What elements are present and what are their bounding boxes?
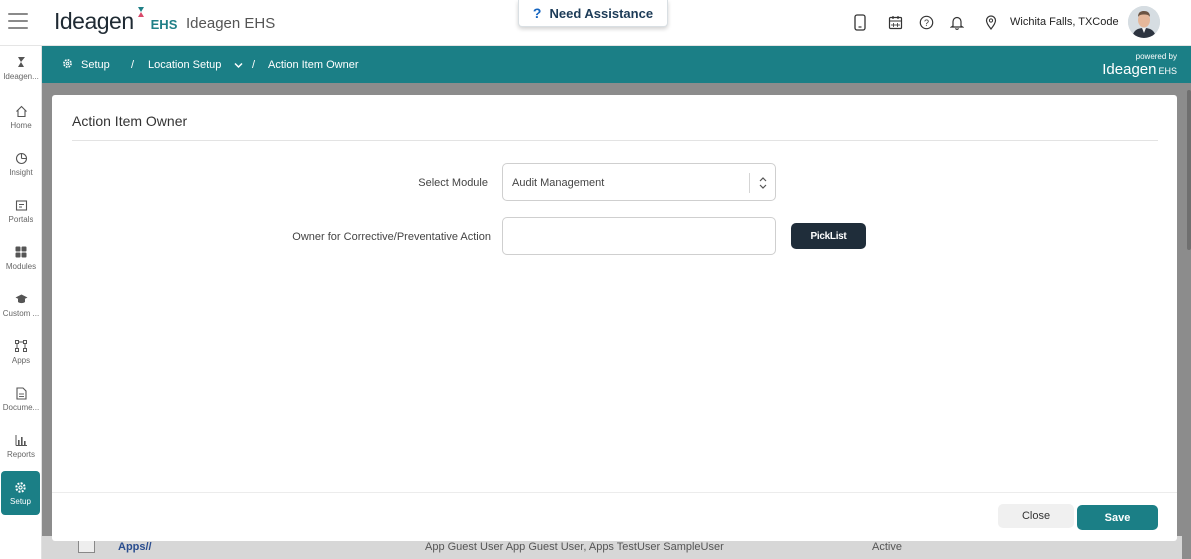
sidebar-item-setup[interactable]: Setup xyxy=(1,471,40,515)
gear-icon xyxy=(62,58,73,72)
sidebar-item-label: Setup xyxy=(10,497,31,506)
divider xyxy=(52,492,1177,493)
calendar-icon[interactable] xyxy=(885,12,905,32)
action-item-owner-dialog: Action Item Owner Select Module Audit Ma… xyxy=(52,95,1177,541)
breadcrumb-separator: / xyxy=(252,59,256,71)
ideagen-icon xyxy=(14,55,28,69)
up-down-chevron-icon xyxy=(759,177,767,189)
sidebar-item-modules[interactable]: Modules xyxy=(0,236,42,280)
apps-icon xyxy=(14,339,28,353)
sidebar-item-label: Custom ... xyxy=(2,309,40,318)
sidebar-item-documents[interactable]: Docume... xyxy=(0,377,42,421)
sidebar-item-apps[interactable]: Apps xyxy=(0,330,42,374)
sidebar-item-label: Apps xyxy=(11,356,31,365)
logo-word: Ideagen xyxy=(54,8,134,34)
question-icon: ? xyxy=(532,5,542,21)
page-scrollbar[interactable] xyxy=(1187,90,1191,250)
row-users: App Guest User App Guest User, Apps Test… xyxy=(425,541,724,553)
sidebar-item-label: Insight xyxy=(9,168,33,177)
location-selector[interactable]: Wichita Falls, TXCode xyxy=(1010,16,1119,28)
breadcrumb-location-setup[interactable]: Location Setup xyxy=(148,59,221,71)
dialog-title: Action Item Owner xyxy=(72,113,188,129)
grid-icon xyxy=(14,245,28,259)
sidebar-item-reports[interactable]: Reports xyxy=(0,424,42,468)
logo-suffix: EHS xyxy=(150,17,178,32)
sidebar-item-label: Docume... xyxy=(2,403,40,412)
sidebar-item-label: Ideagen... xyxy=(3,72,39,81)
hamburger-menu-icon[interactable] xyxy=(8,13,28,29)
owner-input[interactable] xyxy=(502,217,776,255)
pie-chart-icon xyxy=(14,151,28,165)
close-button[interactable]: Close xyxy=(998,504,1074,528)
chevron-down-icon[interactable] xyxy=(234,60,243,72)
sidebar-item-insight[interactable]: Insight xyxy=(0,142,42,186)
sidebar-item-label: Home xyxy=(10,121,32,130)
powered-by-word: Ideagen xyxy=(1102,61,1157,78)
breadcrumb: Setup / Location Setup / Action Item Own… xyxy=(42,46,1191,83)
powered-by-text: powered by xyxy=(1135,52,1177,61)
sidebar-item-portals[interactable]: Portals xyxy=(0,189,42,233)
row-checkbox[interactable] xyxy=(78,539,95,553)
save-button[interactable]: Save xyxy=(1077,505,1158,530)
sidebar-item-label: Reports xyxy=(6,450,35,459)
help-icon[interactable]: ? xyxy=(916,12,936,32)
graduation-cap-icon xyxy=(14,292,28,306)
top-bar: Ideagen EHS Ideagen EHS ? Need Assistanc… xyxy=(0,0,1191,46)
bar-chart-icon xyxy=(14,433,28,447)
select-module-label: Select Module xyxy=(418,177,488,189)
powered-by-logo: powered by Ideagen EHS xyxy=(1102,52,1177,78)
mobile-icon[interactable] xyxy=(850,12,870,32)
app-title: Ideagen EHS xyxy=(186,15,276,32)
ideagen-logo[interactable]: Ideagen EHS xyxy=(54,7,178,38)
breadcrumb-setup[interactable]: Setup xyxy=(81,59,110,71)
home-icon xyxy=(14,104,28,118)
location-pin-icon[interactable] xyxy=(981,12,1001,32)
breadcrumb-separator: / xyxy=(131,59,135,71)
row-name: Apps// xyxy=(118,541,152,553)
owner-label: Owner for Corrective/Preventative Action xyxy=(292,231,491,243)
row-status: Active xyxy=(872,541,902,553)
sidebar-item-label: Modules xyxy=(5,262,37,271)
gear-icon xyxy=(14,480,28,494)
sidebar-item-custom[interactable]: Custom ... xyxy=(0,283,42,327)
document-icon xyxy=(14,386,28,400)
sidebar-item-ideagen[interactable]: Ideagen... xyxy=(0,46,42,90)
select-module-dropdown[interactable]: Audit Management xyxy=(502,163,776,201)
need-assistance-button[interactable]: ? Need Assistance xyxy=(518,0,668,27)
bell-icon[interactable] xyxy=(947,12,967,32)
portal-icon xyxy=(14,198,28,212)
need-assistance-label: Need Assistance xyxy=(549,5,654,21)
divider xyxy=(72,140,1158,141)
select-module-value: Audit Management xyxy=(512,177,605,189)
svg-text:?: ? xyxy=(923,17,928,27)
logo-mark-icon xyxy=(137,7,144,17)
user-avatar[interactable] xyxy=(1128,6,1160,38)
breadcrumb-current: Action Item Owner xyxy=(268,59,359,71)
sidebar-item-home[interactable]: Home xyxy=(0,95,42,139)
divider xyxy=(749,173,750,193)
sidebar-item-label: Portals xyxy=(8,215,34,224)
powered-by-suffix: EHS xyxy=(1158,66,1177,76)
sidebar: Ideagen... Home Insight Portals Modules … xyxy=(0,46,42,559)
picklist-button[interactable]: PickList xyxy=(791,223,866,249)
